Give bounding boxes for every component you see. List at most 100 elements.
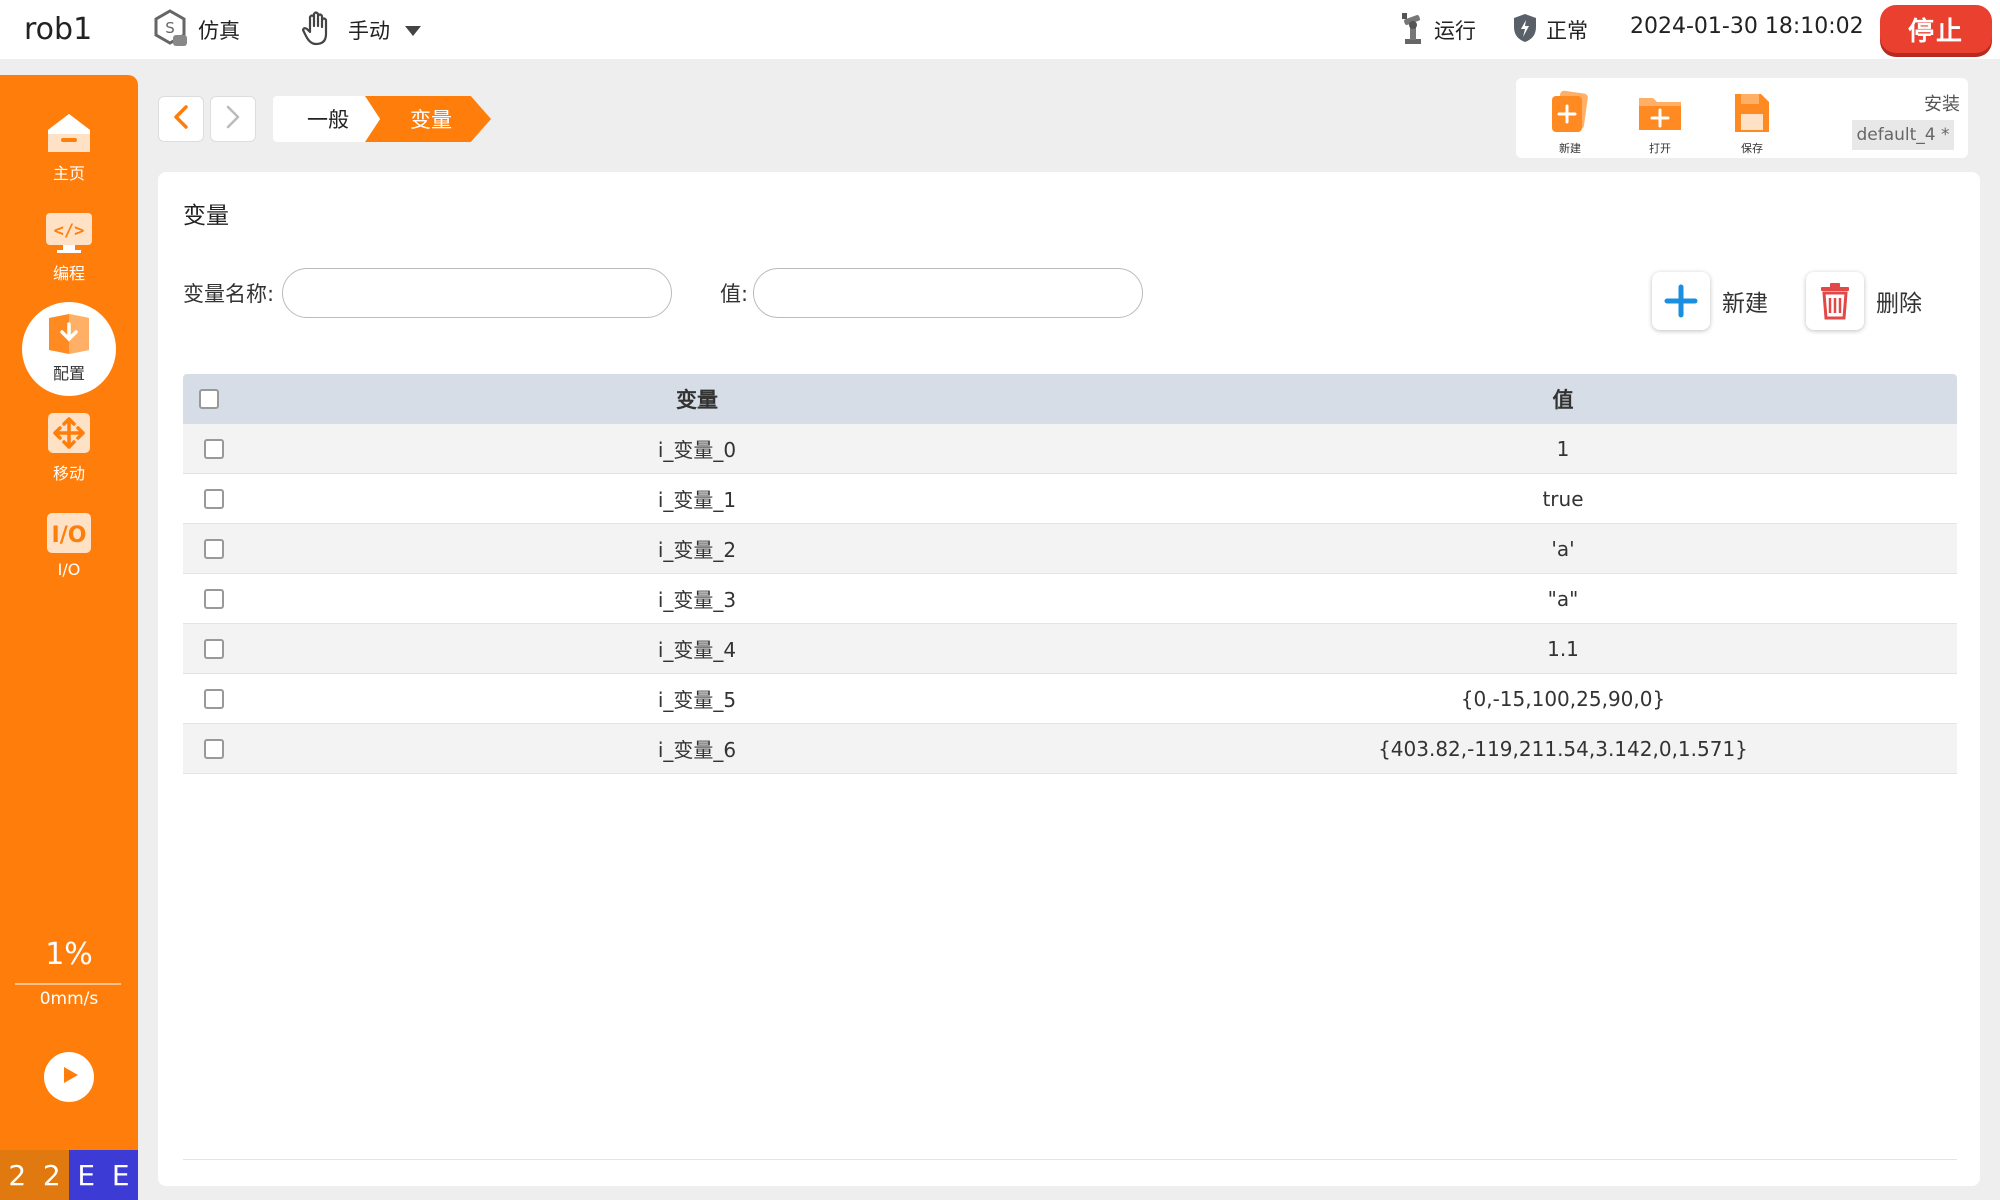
value-label: 值: [720,282,749,306]
variable-name-input[interactable] [282,268,672,318]
open-file-label: 打开 [1649,142,1671,155]
variables-table: 变量 值 i_变量_0 1 i_变量_1 true i_变量_2 'a' i_变… [183,374,1957,774]
robot-name: rob1 [24,12,93,47]
sidebar-item-label: 主页 [52,164,85,183]
variable-name-cell: i_变量_3 [657,588,737,612]
row-checkbox[interactable] [204,539,224,559]
variable-value-cell: 'a' [1551,536,1575,561]
variable-name-cell: i_变量_2 [657,538,737,562]
table-row[interactable]: i_变量_6 {403.82,-119,211.54,3.142,0,1.571… [183,724,1957,774]
run-label: 运行 [1434,19,1476,43]
panel-title: 变量 [183,203,229,229]
add-variable-label: 新建 [1722,291,1768,317]
simulation-mode-toggle[interactable]: S 仿真 [150,8,240,53]
table-row[interactable]: i_变量_1 true [183,474,1957,524]
row-checkbox[interactable] [204,639,224,659]
robot-arm-icon [1400,11,1434,50]
code-icon: </> [45,210,93,256]
row-checkbox[interactable] [204,589,224,609]
simulation-icon: S [150,8,198,53]
add-variable-button[interactable]: 新建 [1652,272,1768,330]
back-button[interactable] [158,96,204,142]
variable-value-cell: true [1542,486,1584,511]
manual-label: 手动 [348,19,390,43]
variable-name-cell: i_变量_5 [657,688,737,712]
row-checkbox[interactable] [204,439,224,459]
save-file-button[interactable]: 保存 [1722,90,1782,156]
select-all-checkbox[interactable] [199,389,219,409]
install-config-name[interactable]: default_4 * [1852,120,1954,150]
row-checkbox[interactable] [204,689,224,709]
config-icon [45,310,93,356]
new-file-label: 新建 [1559,142,1581,155]
variable-value-cell: 1 [1556,436,1570,461]
home-icon [45,110,93,156]
breadcrumb-variables[interactable]: 变量 [365,96,491,142]
shield-icon [1512,12,1546,49]
hand-icon [300,8,348,53]
variable-name-cell: i_变量_1 [657,488,737,512]
sidebar-item-io[interactable]: I/O I/O [0,510,138,606]
svg-text:I/O: I/O [52,523,87,548]
delete-variable-label: 删除 [1876,291,1922,317]
sidebar-item-home[interactable]: 主页 [0,110,138,206]
value-input[interactable] [753,268,1143,318]
sidebar-item-program[interactable]: </> 编程 [0,210,138,306]
save-icon [1731,90,1773,137]
variable-name-label: 变量名称: [183,282,275,306]
variable-name-cell: i_变量_6 [657,738,737,762]
forward-button[interactable] [210,96,256,142]
column-header-value: 值 [1552,388,1574,412]
sidebar-item-config[interactable]: 配置 [0,302,138,406]
save-file-label: 保存 [1741,142,1763,155]
speed-divider [15,983,121,985]
variable-name-cell: i_变量_0 [657,438,737,462]
new-file-icon [1548,90,1592,137]
status-cell: E [103,1150,138,1200]
io-icon: I/O [45,510,93,556]
run-status: 运行 [1400,10,1476,50]
row-checkbox[interactable] [204,739,224,759]
svg-text:</>: </> [54,221,85,241]
sidebar-item-move[interactable]: 移动 [0,410,138,506]
move-icon [45,410,93,456]
table-bottom-divider [183,1159,1957,1160]
speed-mms: 0mm/s [39,989,99,1009]
table-row[interactable]: i_变量_0 1 [183,424,1957,474]
variable-value-cell: "a" [1547,586,1579,611]
simulation-label: 仿真 [198,19,240,43]
variable-value-cell: 1.1 [1547,636,1579,661]
datetime: 2024-01-30 18:10:02 [1630,14,1864,39]
table-row[interactable]: i_变量_3 "a" [183,574,1957,624]
top-bar: rob1 S 仿真 手动 运行 正常 2024-01-30 18:10:02 停… [0,0,2000,59]
stop-button[interactable]: 停止 [1880,5,1992,53]
table-row[interactable]: i_变量_5 {0,-15,100,25,90,0} [183,674,1957,724]
status-strip: 2 2 E E [0,1150,138,1200]
sidebar-item-label: 移动 [52,464,85,483]
row-checkbox[interactable] [204,489,224,509]
safety-label: 正常 [1546,19,1588,43]
variable-value-cell: {0,-15,100,25,90,0} [1460,686,1666,711]
plus-icon [1652,272,1710,330]
safety-status: 正常 [1512,10,1588,50]
new-file-button[interactable]: 新建 [1540,90,1600,156]
svg-text:S: S [165,19,175,37]
install-label: 安装 [1924,94,1960,115]
play-icon [54,1060,84,1094]
manual-mode-dropdown[interactable]: 手动 [300,10,430,50]
variable-value-cell: {403.82,-119,211.54,3.142,0,1.571} [1378,736,1748,761]
table-row[interactable]: i_变量_2 'a' [183,524,1957,574]
delete-variable-button[interactable]: 删除 [1806,272,1922,330]
speed-percent[interactable]: 1% [0,937,138,972]
sidebar-item-label: 配置 [52,364,85,383]
play-button[interactable] [44,1052,94,1102]
variables-panel: 变量 变量名称: 值: 新建 删除 变量 值 i_变量_0 1 i_变量_1 t… [158,172,1980,1186]
table-row[interactable]: i_变量_4 1.1 [183,624,1957,674]
variable-name-cell: i_变量_4 [657,638,737,662]
open-file-button[interactable]: 打开 [1630,90,1690,156]
trash-icon [1806,272,1864,330]
breadcrumb-general[interactable]: 一般 [273,96,383,142]
column-header-variable: 变量 [676,388,718,412]
table-header-row: 变量 值 [183,374,1957,424]
caret-down-icon [404,18,430,42]
